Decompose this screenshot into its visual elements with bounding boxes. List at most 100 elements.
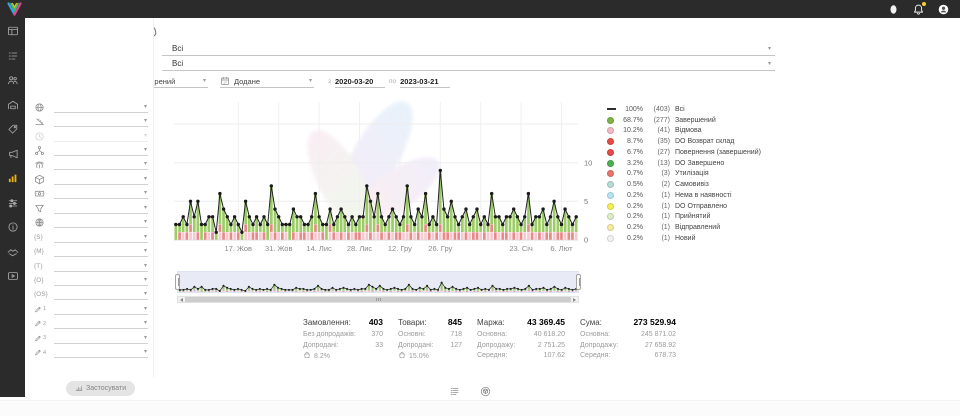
pencil-icon: 4: [34, 347, 46, 358]
status-group-select[interactable]: [162, 43, 775, 56]
scroll-right-icon[interactable]: [570, 297, 577, 302]
custom-field-4-select[interactable]: [54, 347, 148, 358]
identity-select[interactable]: [54, 159, 148, 170]
brush-handle-left[interactable]: [175, 274, 180, 290]
legend-item[interactable]: 6.7%(27)Повернення (завершений): [607, 147, 785, 158]
filter-row-country: [25, 100, 153, 114]
legend-item[interactable]: 0.2%(1)Відправлений: [607, 222, 785, 233]
filter-row-time: [25, 129, 153, 143]
scrollbar-grip: [375, 298, 382, 301]
custom-m-select[interactable]: [54, 246, 148, 257]
structure-select[interactable]: [54, 145, 148, 156]
funnel-select[interactable]: [54, 203, 148, 214]
time-select[interactable]: [54, 131, 148, 142]
legend-item[interactable]: 0.2%(1)Новий: [607, 233, 785, 244]
legend-item[interactable]: 0.7%(3)Утилізація: [607, 169, 785, 180]
sidebar-item-video-tutorials[interactable]: [7, 270, 19, 282]
brush-handle-right[interactable]: [576, 274, 581, 290]
sidebar-item-dashboard[interactable]: [7, 25, 19, 37]
legend-item[interactable]: 3.2%(13)DO Завершено: [607, 158, 785, 169]
legend-percent: 6.7%: [618, 149, 643, 156]
custom-t-select[interactable]: [54, 261, 148, 272]
sidebar-item-marketing[interactable]: [7, 148, 19, 160]
hierarchy-icon: [34, 145, 46, 156]
dot-swatch: [607, 224, 614, 231]
chevron-down-icon: [309, 77, 312, 85]
product-filter-value: Всі: [172, 59, 183, 68]
notifications-icon[interactable]: [912, 3, 925, 16]
payment-select[interactable]: [54, 188, 148, 199]
sidebar-item-info[interactable]: [7, 221, 19, 233]
legend-item[interactable]: 68.7%(277)Завершений: [607, 115, 785, 126]
globe-grid-icon: [34, 217, 46, 228]
stat-subrow: Середня:107.62: [477, 351, 565, 362]
sidebar-item-settings[interactable]: [7, 197, 19, 209]
dot-swatch: [607, 170, 614, 177]
app-logo-icon[interactable]: [7, 2, 22, 16]
chevron-down-icon: [144, 117, 147, 125]
chevron-down-icon: [203, 77, 206, 85]
notification-badge: [921, 1, 927, 7]
custom-t-icon: {T}: [34, 261, 46, 272]
sidebar-item-analytics[interactable]: [7, 172, 19, 184]
custom-s-select[interactable]: [54, 232, 148, 243]
sidebar-item-price-tags[interactable]: [7, 123, 19, 135]
calendar-icon: 17: [220, 76, 230, 86]
custom-o-select[interactable]: [54, 275, 148, 286]
legend-item[interactable]: 0.5%(2)Самовивіз: [607, 179, 785, 190]
account-avatar-icon[interactable]: [937, 3, 950, 16]
scroll-left-icon[interactable]: [179, 297, 186, 302]
stat-title: Маржа:: [477, 318, 505, 327]
sidebar-item-warehouse[interactable]: [7, 99, 19, 111]
legend-item[interactable]: 0.2%(1)Прийнятий: [607, 212, 785, 223]
date-to-input[interactable]: 2023-03-21: [400, 75, 450, 88]
stat-subrow: Основна:245 871.02: [580, 330, 676, 341]
chevron-down-icon: [144, 276, 147, 284]
legend-item[interactable]: 0.2%(1)Нема в наявності: [607, 190, 785, 201]
country-select[interactable]: [54, 102, 148, 113]
legend-percent: 10.2%: [618, 127, 643, 134]
products-view-icon[interactable]: [480, 384, 491, 395]
chart-scrollbar[interactable]: [177, 296, 579, 303]
dot-swatch: [607, 160, 614, 167]
date-field-dropdown[interactable]: 17 Додане: [220, 75, 314, 88]
legend-count: (277): [643, 117, 670, 124]
legend-item[interactable]: 100%(403)Всі: [607, 104, 785, 115]
status-group-value: Всі: [172, 44, 183, 53]
site-select[interactable]: [54, 217, 148, 228]
stat-subrow: Допродані:33: [303, 341, 383, 352]
custom-field-1-select[interactable]: [54, 304, 148, 315]
chevron-down-icon: [144, 146, 147, 154]
product-select[interactable]: [54, 174, 148, 185]
chevron-down-icon: [144, 305, 147, 313]
filter-row-custom-field-3: 3: [25, 331, 153, 345]
apply-button[interactable]: Застосувати: [66, 381, 135, 396]
legend-count: (1): [643, 203, 670, 210]
custom-field-3-select[interactable]: [54, 333, 148, 344]
report-view-icon[interactable]: [449, 384, 460, 395]
date-from-input[interactable]: 2020-03-20: [335, 75, 385, 88]
chart-range-brush[interactable]: [177, 271, 579, 293]
chevron-down-icon: [144, 247, 147, 255]
presence-icon[interactable]: [887, 3, 900, 16]
custom-os-select[interactable]: [54, 289, 148, 300]
source-level-select[interactable]: [54, 116, 148, 127]
legend-item[interactable]: 0.2%(1)DO Отправлено: [607, 201, 785, 212]
sidebar-item-clients[interactable]: [7, 74, 19, 86]
sidebar-item-orders[interactable]: [7, 50, 19, 62]
chevron-down-icon: [144, 334, 147, 342]
legend-count: (35): [643, 138, 670, 145]
chevron-down-icon: [144, 262, 147, 270]
legend-item[interactable]: 10.2%(41)Відмова: [607, 126, 785, 137]
legend-count: (27): [643, 149, 670, 156]
clock-icon: [34, 131, 46, 142]
product-select[interactable]: [162, 58, 775, 71]
svg-text:28. Лис: 28. Лис: [347, 244, 373, 253]
custom-field-2-select[interactable]: [54, 318, 148, 329]
legend-item[interactable]: 8.7%(35)DO Возврат склад: [607, 136, 785, 147]
upsell-rate: 8.2%: [303, 351, 383, 364]
legend-percent: 68.7%: [618, 117, 643, 124]
sidebar-item-support[interactable]: [7, 246, 19, 258]
legend-percent: 0.2%: [618, 213, 643, 220]
legend-label: Новий: [675, 235, 696, 242]
